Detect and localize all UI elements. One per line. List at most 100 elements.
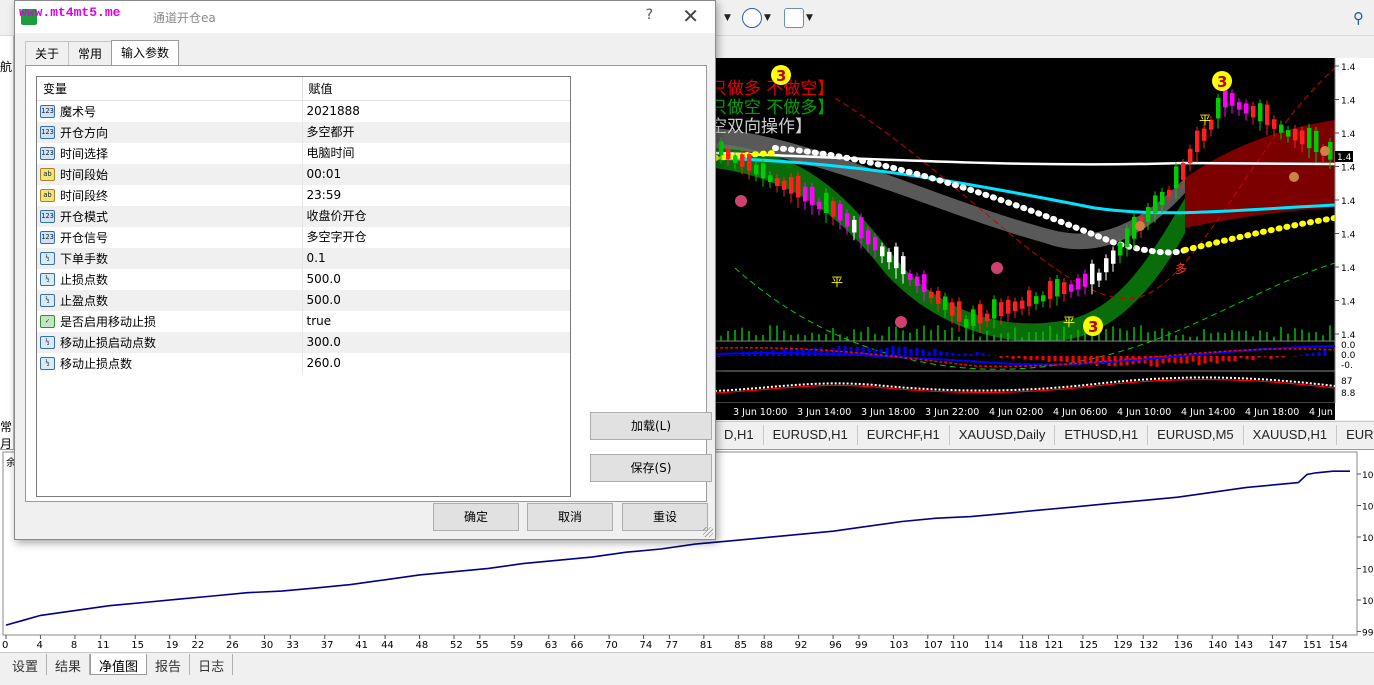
navigator-panel-stub: 航 常月 bbox=[0, 36, 14, 456]
price-chart[interactable]: 1.4 1.4 1.4 1.4 1.4 1.4 1.4 1.4 1.4 1.4 0.0 0.0 -0… bbox=[715, 58, 1374, 420]
signal-text-short-only: 只做空 不做多】 bbox=[715, 98, 834, 118]
parameter-row[interactable]: 123 开仓模式 收盘价开仓 bbox=[37, 206, 570, 227]
column-header-variable[interactable]: 变量 bbox=[37, 77, 303, 100]
parameter-row[interactable]: ab 时间段终 23:59 bbox=[37, 185, 570, 206]
parameter-value[interactable]: 0.1 bbox=[303, 248, 571, 269]
dialog-title-bar[interactable]: 通道开仓ea www.mt4mt5.me ? ✕ bbox=[15, 1, 715, 33]
parameter-row[interactable]: ½ 移动止损点数 260.0 bbox=[37, 353, 570, 374]
cancel-button[interactable]: 取消 bbox=[527, 503, 613, 531]
x-axis-tick-label: 11 bbox=[97, 640, 110, 651]
time-axis-label: 3 Jun 10:00 bbox=[733, 407, 787, 418]
search-icon[interactable]: ⚲ bbox=[1353, 9, 1364, 27]
bottom-tab[interactable]: 报告 bbox=[147, 654, 191, 675]
parameter-row[interactable]: ab 时间段始 00:01 bbox=[37, 164, 570, 185]
parameter-value[interactable]: true bbox=[303, 311, 571, 332]
grid-rows: 123 魔术号 2021888 123 开仓方向 多空都开 123 时间选择 电脑时间 ab 时间段… bbox=[37, 101, 570, 374]
bottom-tab[interactable]: 设置 bbox=[4, 654, 48, 675]
x-axis-tick-label: 110 bbox=[950, 640, 969, 651]
parameter-row[interactable]: ½ 移动止损启动点数 300.0 bbox=[37, 332, 570, 353]
subpanel-axis-label: 8.8 bbox=[1341, 389, 1356, 399]
chevron-down-icon: ▼ bbox=[724, 13, 731, 23]
parameter-value[interactable]: 多空都开 bbox=[303, 122, 571, 143]
price-axis-label: 1.4 bbox=[1341, 264, 1356, 274]
toolbar-clock-button[interactable]: ▼ bbox=[742, 6, 771, 30]
time-axis-label: 4 Jun 06:00 bbox=[1053, 407, 1107, 418]
bottom-tab[interactable]: 净值图 bbox=[90, 654, 148, 675]
parameter-value[interactable]: 23:59 bbox=[303, 185, 571, 206]
watermark-text: www.mt4mt5.me bbox=[19, 5, 121, 20]
price-axis-label: 1.4 bbox=[1341, 298, 1356, 308]
signal-dot bbox=[895, 316, 907, 328]
x-axis-tick-label: 8 bbox=[71, 640, 77, 651]
x-axis-tick-label: 70 bbox=[605, 640, 618, 651]
input-parameters-grid: 变量 赋值 123 魔术号 2021888 123 开仓方向 多空都开 123 时间选择 电脑时… bbox=[36, 76, 571, 497]
signal-dot bbox=[1289, 172, 1299, 182]
chevron-down-icon: ▼ bbox=[764, 13, 771, 23]
bottom-tab[interactable]: 结果 bbox=[47, 654, 91, 675]
parameter-value[interactable]: 500.0 bbox=[303, 290, 571, 311]
reset-button[interactable]: 重设 bbox=[622, 503, 708, 531]
help-button[interactable]: ? bbox=[646, 7, 653, 23]
close-button[interactable]: ✕ bbox=[682, 4, 699, 28]
parameter-row[interactable]: ½ 下单手数 0.1 bbox=[37, 248, 570, 269]
parameter-value[interactable]: 电脑时间 bbox=[303, 143, 571, 164]
chart-tab[interactable]: XAUUSD,Daily bbox=[950, 424, 1056, 445]
x-axis-tick-label: 92 bbox=[795, 640, 808, 651]
time-axis-label: 3 Jun 22:00 bbox=[925, 407, 979, 418]
time-axis-label: 4 Jun 14:00 bbox=[1181, 407, 1235, 418]
parameter-name-cell: ½ 止盈点数 bbox=[37, 290, 303, 311]
tab-inputs[interactable]: 输入参数 bbox=[111, 40, 180, 65]
chart-tab[interactable]: EURCHF,H1 bbox=[858, 424, 950, 445]
save-button[interactable]: 保存(S) bbox=[590, 454, 712, 482]
ok-button[interactable]: 确定 bbox=[433, 503, 519, 531]
chart-tab[interactable]: EURUSD bbox=[1337, 425, 1374, 445]
x-axis-tick-label: 15 bbox=[131, 640, 144, 651]
x-axis-tick-label: 44 bbox=[381, 640, 394, 651]
parameter-value[interactable]: 多空字开仓 bbox=[303, 227, 571, 248]
tab-about[interactable]: 关于 bbox=[25, 41, 70, 65]
toolbar-template-button[interactable]: ▼ bbox=[784, 6, 813, 30]
parameter-row[interactable]: 123 魔术号 2021888 bbox=[37, 101, 570, 122]
chart-tab[interactable]: XAUUSD,H1 bbox=[1244, 424, 1338, 445]
parameter-value[interactable]: 300.0 bbox=[303, 332, 571, 353]
parameter-row[interactable]: ½ 止盈点数 500.0 bbox=[37, 290, 570, 311]
parameter-name: 移动止损启动点数 bbox=[60, 336, 157, 350]
tab-common[interactable]: 常用 bbox=[68, 41, 113, 65]
parameter-name-cell: ab 时间段始 bbox=[37, 164, 303, 185]
toolbar-arrange-button[interactable]: ▼ bbox=[724, 6, 731, 30]
parameter-value[interactable]: 260.0 bbox=[303, 353, 571, 374]
chart-tab[interactable]: EURUSD,H1 bbox=[764, 424, 858, 445]
y-axis-tick-label: 102 bbox=[1362, 471, 1374, 481]
subpanel-axis-label: 87 bbox=[1341, 377, 1352, 387]
y-axis-tick-label: 101 bbox=[1362, 503, 1374, 513]
x-axis-tick-label: 41 bbox=[355, 640, 368, 651]
load-button[interactable]: 加载(L) bbox=[590, 412, 712, 440]
y-axis-tick-label: 101 bbox=[1362, 534, 1374, 544]
resize-grip[interactable] bbox=[703, 527, 713, 537]
parameter-row[interactable]: ✓ 是否启用移动止损 true bbox=[37, 311, 570, 332]
parameter-value[interactable]: 2021888 bbox=[303, 101, 571, 122]
x-axis-tick-label: 26 bbox=[226, 640, 239, 651]
bottom-tab[interactable]: 日志 bbox=[190, 654, 234, 675]
price-axis-label: 1.4 bbox=[1341, 231, 1356, 241]
parameter-row[interactable]: 123 时间选择 电脑时间 bbox=[37, 143, 570, 164]
x-axis-tick-label: 59 bbox=[510, 640, 523, 651]
parameter-value[interactable]: 500.0 bbox=[303, 269, 571, 290]
chart-symbol-tabs: D,H1 EURUSD,H1 EURCHF,H1 XAUUSD,Daily ETHUSD… bbox=[715, 421, 1374, 447]
parameter-row[interactable]: ½ 止损点数 500.0 bbox=[37, 269, 570, 290]
signal-marker-label: 3 bbox=[1217, 73, 1227, 91]
parameter-value[interactable]: 00:01 bbox=[303, 164, 571, 185]
parameter-name: 下单手数 bbox=[60, 252, 109, 266]
parameter-value[interactable]: 收盘价开仓 bbox=[303, 206, 571, 227]
x-axis-tick-label: 143 bbox=[1234, 640, 1253, 651]
chart-tab[interactable]: ETHUSD,H1 bbox=[1055, 424, 1149, 445]
template-icon bbox=[784, 8, 804, 28]
column-header-value[interactable]: 赋值 bbox=[303, 77, 571, 100]
parameter-row[interactable]: 123 开仓信号 多空字开仓 bbox=[37, 227, 570, 248]
parameter-name: 止盈点数 bbox=[60, 294, 109, 308]
chart-tab[interactable]: D,H1 bbox=[715, 424, 764, 445]
parameter-row[interactable]: 123 开仓方向 多空都开 bbox=[37, 122, 570, 143]
signal-dot bbox=[1135, 221, 1145, 231]
signal-dot bbox=[1320, 146, 1330, 156]
chart-tab[interactable]: EURUSD,M5 bbox=[1148, 424, 1244, 445]
